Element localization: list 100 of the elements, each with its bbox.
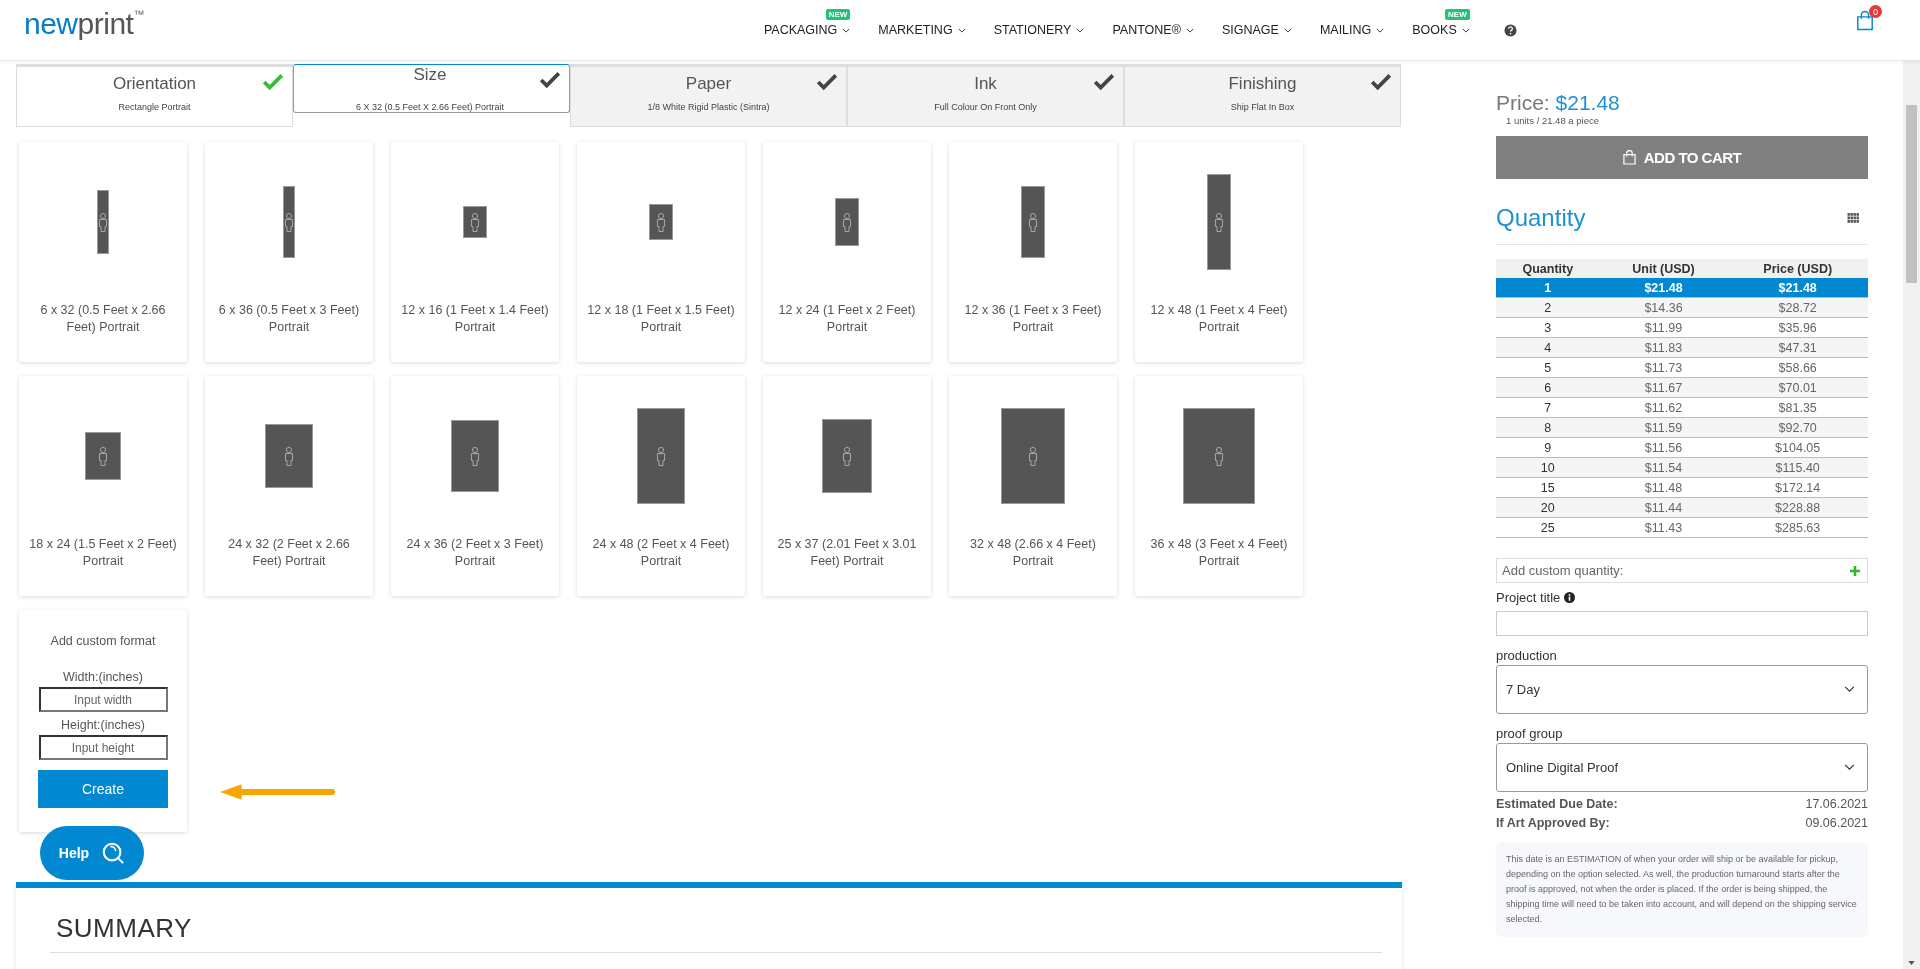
caret-icon (1844, 686, 1855, 693)
step-tab[interactable]: Ink Full Colour On Front Only (847, 64, 1124, 127)
size-option-card[interactable]: 6 x 36 (0.5 Feet x 3 Feet) Portrait (205, 142, 373, 362)
price-note: 1 units / 21.48 a piece (1506, 115, 1600, 126)
size-label: 24 x 48 (2 Feet x 4 Feet) Portrait (591, 536, 731, 570)
column-header: Quantity (1496, 259, 1600, 278)
size-option-card[interactable]: 6 x 32 (0.5 Feet x 2.66 Feet) Portrait (19, 142, 187, 362)
column-header: Unit (USD) (1599, 259, 1728, 278)
poster-size-icon (1001, 408, 1065, 504)
size-option-card[interactable]: 12 x 24 (1 Feet x 2 Feet) Portrait (763, 142, 931, 362)
quantity-row[interactable]: 1 $21.48 $21.48 (1496, 278, 1868, 298)
quantity-row[interactable]: 10 $11.54 $115.40 (1496, 457, 1868, 478)
estimation-note: This date is an ESTIMATION of when your order will ship or be available for pickup, depending on the option selected. As well, the production turnaround starts after the proof is approved, not when the order is placed. If the order is being shipped, the shipping time will need to be taken into account, and will depend on the shipping service selected. (1496, 842, 1868, 937)
table-cell: $21.48 (1727, 278, 1868, 298)
quantity-row[interactable]: 20 $11.44 $228.88 (1496, 497, 1868, 518)
nav-menu-item[interactable]: MARKETING (878, 23, 966, 37)
size-option-card[interactable]: 25 x 37 (2.01 Feet x 3.01 Feet) Portrait (763, 376, 931, 596)
table-cell: $11.48 (1599, 477, 1728, 498)
size-option-card[interactable]: 18 x 24 (1.5 Feet x 2 Feet) Portrait (19, 376, 187, 596)
table-cell: 15 (1496, 477, 1600, 498)
date-label: If Art Approved By: (1496, 816, 1610, 830)
new-badge: NEW (1445, 9, 1470, 20)
grid-icon[interactable] (1847, 213, 1860, 223)
caret-icon (1461, 27, 1470, 33)
size-label: 36 x 48 (3 Feet x 4 Feet) Portrait (1149, 536, 1289, 570)
width-input[interactable]: Input width (38, 687, 168, 712)
poster-size-icon (1183, 408, 1255, 504)
proof-group-select[interactable]: Online Digital Proof (1496, 743, 1868, 792)
size-label: 24 x 32 (2 Feet x 2.66 Feet) Portrait (227, 536, 351, 570)
size-option-card[interactable]: 12 x 36 (1 Feet x 3 Feet) Portrait (949, 142, 1117, 362)
quantity-row[interactable]: 15 $11.48 $172.14 (1496, 477, 1868, 498)
quantity-row[interactable]: 4 $11.83 $47.31 (1496, 337, 1868, 358)
table-cell: 1 (1496, 278, 1600, 298)
nav-menu-item[interactable]: PACKAGING (763, 23, 851, 37)
checkmark-icon (1093, 73, 1115, 91)
table-cell: $11.99 (1599, 317, 1728, 338)
poster-size-icon (265, 424, 313, 488)
size-option-card[interactable]: 24 x 32 (2 Feet x 2.66 Feet) Portrait (205, 376, 373, 596)
table-cell: $285.63 (1727, 517, 1868, 538)
info-icon[interactable] (1564, 592, 1576, 603)
poster-size-icon (1021, 186, 1045, 258)
table-cell: 7 (1496, 397, 1600, 418)
nav-menu-item[interactable]: PANTONE® (1112, 23, 1194, 37)
caret-icon (1076, 27, 1085, 33)
size-option-card[interactable]: 24 x 36 (2 Feet x 3 Feet) Portrait (391, 376, 559, 596)
table-cell: 10 (1496, 457, 1600, 478)
nav-menu-item[interactable]: SIGNAGE (1221, 23, 1292, 37)
size-label: 12 x 48 (1 Feet x 4 Feet) Portrait (1149, 302, 1289, 336)
step-tab[interactable]: Size 6 X 32 (0.5 Feet X 2.66 Feet) Portrait (293, 64, 570, 113)
checkmark-icon (816, 73, 838, 91)
scroll-down-arrow-icon[interactable] (1908, 961, 1915, 965)
size-label: 12 x 18 (1 Feet x 1.5 Feet) Portrait (586, 302, 736, 336)
table-cell: $47.31 (1727, 337, 1868, 358)
shopping-bag-icon[interactable] (1856, 10, 1874, 31)
nav-menu-item[interactable]: MAILING (1319, 23, 1385, 37)
production-select[interactable]: 7 Day (1496, 665, 1868, 714)
quantity-row[interactable]: 25 $11.43 $285.63 (1496, 517, 1868, 538)
height-input[interactable]: Input height (38, 735, 168, 760)
date-value: 09.06.2021 (1805, 816, 1868, 830)
project-title-label: Project title (1496, 590, 1561, 605)
size-option-card[interactable]: 32 x 48 (2.66 x 4 Feet) Portrait (949, 376, 1117, 596)
quantity-row[interactable]: 2 $14.36 $28.72 (1496, 297, 1868, 318)
table-cell: 20 (1496, 497, 1600, 518)
table-cell: $11.43 (1599, 517, 1728, 538)
scrollbar-thumb[interactable] (1906, 105, 1917, 283)
table-cell: $35.96 (1727, 317, 1868, 338)
help-icon[interactable] (1503, 23, 1517, 37)
size-option-card[interactable]: 12 x 16 (1 Feet x 1.4 Feet) Portrait (391, 142, 559, 362)
table-cell: $21.48 (1599, 278, 1728, 298)
step-tab[interactable]: Orientation Rectangle Portrait (16, 64, 293, 127)
nav-menu-item[interactable]: STATIONERY (993, 23, 1085, 37)
nav-menu-item[interactable]: BOOKS (1412, 23, 1470, 37)
create-button[interactable]: Create (38, 770, 168, 808)
step-tab[interactable]: Finishing Ship Flat In Box (1124, 64, 1401, 127)
table-cell: $11.62 (1599, 397, 1728, 418)
size-option-card[interactable]: 24 x 48 (2 Feet x 4 Feet) Portrait (577, 376, 745, 596)
custom-quantity-field[interactable]: Add custom quantity: (1496, 558, 1868, 583)
size-label: 12 x 24 (1 Feet x 2 Feet) Portrait (777, 302, 917, 336)
caret-icon (1844, 764, 1855, 771)
quantity-row[interactable]: 5 $11.73 $58.66 (1496, 357, 1868, 378)
poster-size-icon (85, 432, 121, 480)
quantity-row[interactable]: 3 $11.99 $35.96 (1496, 317, 1868, 338)
quantity-row[interactable]: 9 $11.56 $104.05 (1496, 437, 1868, 458)
add-to-cart-button[interactable]: ADD TO CART (1496, 136, 1868, 179)
step-tab[interactable]: Paper 1/8 White Rigid Plastic (Sintra) (570, 64, 847, 127)
plus-icon[interactable] (1850, 566, 1860, 576)
quantity-row[interactable]: 7 $11.62 $81.35 (1496, 397, 1868, 418)
logo[interactable]: newprint$^{™}$ (24, 9, 144, 39)
size-option-card[interactable]: 36 x 48 (3 Feet x 4 Feet) Portrait (1135, 376, 1303, 596)
quantity-row[interactable]: 8 $11.59 $92.70 (1496, 417, 1868, 438)
column-header: Price (USD) (1727, 259, 1868, 278)
quantity-row[interactable]: 6 $11.67 $70.01 (1496, 377, 1868, 398)
table-cell: 6 (1496, 377, 1600, 398)
help-button[interactable]: Help (40, 826, 144, 880)
size-label: 18 x 24 (1.5 Feet x 2 Feet) Portrait (28, 536, 178, 570)
size-option-card[interactable]: 12 x 48 (1 Feet x 4 Feet) Portrait (1135, 142, 1303, 362)
size-option-card[interactable]: 12 x 18 (1 Feet x 1.5 Feet) Portrait (577, 142, 745, 362)
caret-icon (842, 27, 851, 33)
date-label: Estimated Due Date: (1496, 797, 1618, 811)
project-title-input[interactable] (1496, 611, 1868, 636)
